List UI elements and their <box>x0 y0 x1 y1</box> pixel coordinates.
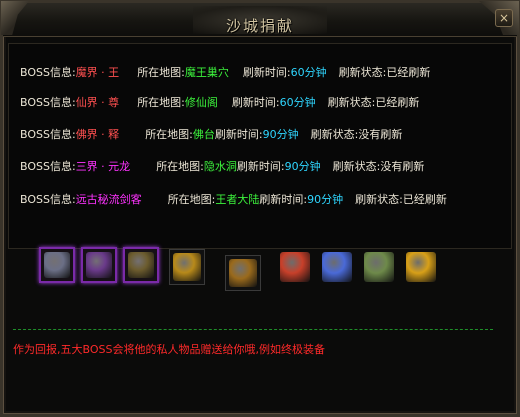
boss-name: 远古秘流剑客 <box>75 193 142 206</box>
item-art <box>86 252 112 278</box>
map-label: 所在地图: <box>167 193 216 206</box>
ruby-ring-icon[interactable] <box>225 255 261 291</box>
boss-name: 魔界 · 王 <box>75 66 120 79</box>
item-art <box>44 252 70 278</box>
close-button[interactable]: × <box>495 9 513 27</box>
item-art <box>322 252 352 282</box>
refresh-state: 已经刷新 <box>386 66 431 79</box>
boss-row: BOSS信息:三界 · 元龙 所在地图:隐水洞刷新时间:90分钟 刷新状态:没有刷新 <box>20 160 424 174</box>
boss-row: BOSS信息:佛界 · 释 所在地图:佛台刷新时间:90分钟 刷新状态:没有刷新 <box>20 128 402 142</box>
boss-name: 仙界 · 尊 <box>75 96 120 109</box>
refresh-state-label: 刷新状态: <box>310 128 359 141</box>
map-name: 王者大陆 <box>215 193 260 206</box>
divider <box>13 329 493 330</box>
boss-row: BOSS信息:魔界 · 王 所在地图:魔王巢穴 刷新时间:60分钟 刷新状态:已经刷新 <box>20 66 430 80</box>
donation-window: 沙城捐献 × BOSS信息:魔界 · 王所在地图:魔王巢穴 刷新时间:60分钟 刷新… <box>0 0 520 417</box>
boss-name: 佛界 · 释 <box>75 128 120 141</box>
refresh-time: 90分钟 <box>307 193 344 206</box>
refresh-time-label: 刷新时间: <box>236 160 285 173</box>
refresh-time: 90分钟 <box>262 128 299 141</box>
fire-orb-icon[interactable] <box>277 249 313 285</box>
item-art <box>128 252 154 278</box>
boss-label: BOSS信息: <box>20 160 76 173</box>
boss-row: BOSS信息:仙界 · 尊 所在地图:修仙阁 刷新时间:60分钟 刷新状态:已经刷新 <box>20 96 419 110</box>
refresh-state-label: 刷新状态: <box>327 96 376 109</box>
item-art <box>406 252 436 282</box>
item-art <box>173 253 201 281</box>
refresh-state-label: 刷新状态: <box>355 193 403 206</box>
map-name: 魔王巢穴 <box>184 66 229 79</box>
refresh-state: 已经刷新 <box>402 193 447 206</box>
map-name: 隐水洞 <box>203 160 237 173</box>
star-medal-icon[interactable] <box>361 249 397 285</box>
refresh-state-label: 刷新状态: <box>338 66 387 79</box>
item-art <box>229 259 257 287</box>
title-bar[interactable]: 沙城捐献 × <box>1 1 519 37</box>
blue-crystal-icon[interactable] <box>319 249 355 285</box>
map-name: 佛台 <box>192 128 215 141</box>
refresh-time: 60分钟 <box>279 96 316 109</box>
boss-label: BOSS信息: <box>20 128 76 141</box>
refresh-time-label: 刷新时间: <box>214 128 263 141</box>
map-label: 所在地图: <box>156 160 204 173</box>
refresh-time: 90分钟 <box>284 160 321 173</box>
boss-label: BOSS信息: <box>20 193 76 206</box>
rune-stone-icon[interactable] <box>39 247 75 283</box>
boss-name: 三界 · 元龙 <box>75 160 131 173</box>
ore-icon[interactable] <box>123 247 159 283</box>
item-art <box>364 252 394 282</box>
item-art <box>280 252 310 282</box>
refresh-state-label: 刷新状态: <box>332 160 381 173</box>
window-title: 沙城捐献 <box>225 17 294 35</box>
map-name: 修仙阁 <box>184 96 218 109</box>
reward-footer-text: 作为回报,五大BOSS会将他的私人物品赠送给你哦,例如终极装备 <box>13 343 325 356</box>
refresh-time-label: 刷新时间: <box>242 66 291 79</box>
gold-bracer-icon[interactable] <box>169 249 205 285</box>
boss-label: BOSS信息: <box>20 96 76 109</box>
scroll-icon[interactable] <box>81 247 117 283</box>
refresh-state: 没有刷新 <box>358 128 403 141</box>
map-label: 所在地图: <box>145 128 193 141</box>
reward-item-list <box>39 247 499 303</box>
boss-row: BOSS信息:远古秘流剑客 所在地图:王者大陆刷新时间:90分钟 刷新状态:已经刷新 <box>20 193 447 207</box>
dragon-eye-icon[interactable] <box>403 249 439 285</box>
refresh-time: 60分钟 <box>290 66 327 79</box>
map-label: 所在地图: <box>137 66 185 79</box>
map-label: 所在地图: <box>137 96 185 109</box>
refresh-state: 没有刷新 <box>380 160 425 173</box>
refresh-state: 已经刷新 <box>375 96 420 109</box>
boss-label: BOSS信息: <box>20 66 76 79</box>
refresh-time-label: 刷新时间: <box>231 96 280 109</box>
refresh-time-label: 刷新时间: <box>259 193 308 206</box>
